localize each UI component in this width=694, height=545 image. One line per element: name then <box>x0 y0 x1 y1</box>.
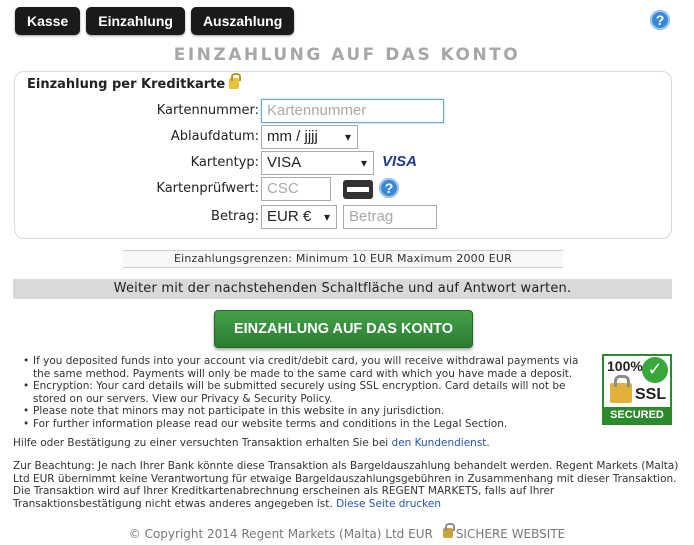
ssl-percent: 100% <box>607 358 643 374</box>
card-number-row: Kartennummer: Kartennummer <box>15 99 673 123</box>
visa-logo: VISA <box>382 153 418 170</box>
credit-card-form: Einzahlung per Kreditkarte Kartennummer:… <box>14 71 672 239</box>
expiry-value: mm / jjjj <box>267 128 318 145</box>
footer: © Copyright 2014 Regent Markets (Malta) … <box>0 523 694 541</box>
lock-icon <box>442 523 455 538</box>
csc-input[interactable]: CSC <box>261 177 331 201</box>
ssl-secured-label: SECURED <box>604 407 670 423</box>
instruction-bar: Weiter mit der nachstehenden Schaltfläch… <box>13 279 672 299</box>
deposit-limits: Einzahlungsgrenzen: Minimum 10 EUR Maxim… <box>123 250 563 268</box>
card-type-value: VISA <box>267 154 302 171</box>
list-item: If you deposited funds into your account… <box>21 355 591 380</box>
tab-einzahlung[interactable]: Einzahlung <box>86 7 185 35</box>
ssl-secured-badge: 100% ✓ SSL SECURED <box>602 354 672 425</box>
card-type-select[interactable]: VISA <box>261 151 374 175</box>
info-list: If you deposited funds into your account… <box>21 355 591 431</box>
card-type-label: Kartentyp: <box>190 155 259 170</box>
support-line: Hilfe oder Bestätigung zu einer versucht… <box>13 437 490 449</box>
form-title: Einzahlung per Kreditkarte <box>27 73 242 92</box>
csc-help-icon[interactable]: ? <box>379 178 399 198</box>
card-number-input[interactable]: Kartennummer <box>261 99 444 123</box>
lock-icon <box>229 73 242 89</box>
tab-auszahlung[interactable]: Auszahlung <box>190 7 295 35</box>
secure-website-text: SICHERE WEBSITE <box>455 527 566 541</box>
form-title-text: Einzahlung per Kreditkarte <box>27 77 226 92</box>
support-text: Hilfe oder Bestätigung zu einer versucht… <box>13 437 389 449</box>
tab-kasse[interactable]: Kasse <box>15 7 81 35</box>
list-item: For further information please read our … <box>21 418 591 431</box>
support-suffix: . <box>486 437 490 449</box>
padlock-icon <box>610 375 632 403</box>
currency-value: EUR € <box>267 208 312 225</box>
deposit-submit-button[interactable]: EINZAHLUNG AUF DAS KONTO <box>214 310 473 348</box>
print-page-link[interactable]: Diese Seite drucken <box>336 498 441 510</box>
amount-row: Betrag: EUR € Betrag <box>15 205 673 229</box>
amount-label: Betrag: <box>211 209 259 224</box>
list-item: Encryption: Your card details will be su… <box>21 380 591 405</box>
top-tabs: Kasse Einzahlung Auszahlung <box>15 7 295 35</box>
ssl-text: SSL <box>635 386 667 403</box>
csc-row: Kartenprüfwert: CSC ? <box>15 177 673 201</box>
page-title: EINZAHLUNG AUF DAS KONTO <box>173 45 521 65</box>
expiry-select[interactable]: mm / jjjj <box>261 125 358 149</box>
help-icon[interactable]: ? <box>650 10 670 30</box>
expiry-row: Ablaufdatum: mm / jjjj <box>15 125 673 149</box>
card-type-row: Kartentyp: VISA VISA <box>15 151 673 175</box>
copyright-text: © Copyright 2014 Regent Markets (Malta) … <box>128 527 433 541</box>
amount-input[interactable]: Betrag <box>343 205 437 229</box>
bank-note: Zur Beachtung: Je nach Ihrer Bank könnte… <box>13 460 683 510</box>
customer-service-link[interactable]: den Kundendienst <box>392 437 487 449</box>
card-number-label: Kartennummer: <box>156 103 259 118</box>
card-back-icon <box>343 180 373 199</box>
expiry-label: Ablaufdatum: <box>170 129 259 144</box>
checkmark-icon: ✓ <box>642 357 668 383</box>
currency-select[interactable]: EUR € <box>261 205 337 229</box>
list-item: Please note that minors may not particip… <box>21 405 591 418</box>
csc-label: Kartenprüfwert: <box>156 181 259 196</box>
